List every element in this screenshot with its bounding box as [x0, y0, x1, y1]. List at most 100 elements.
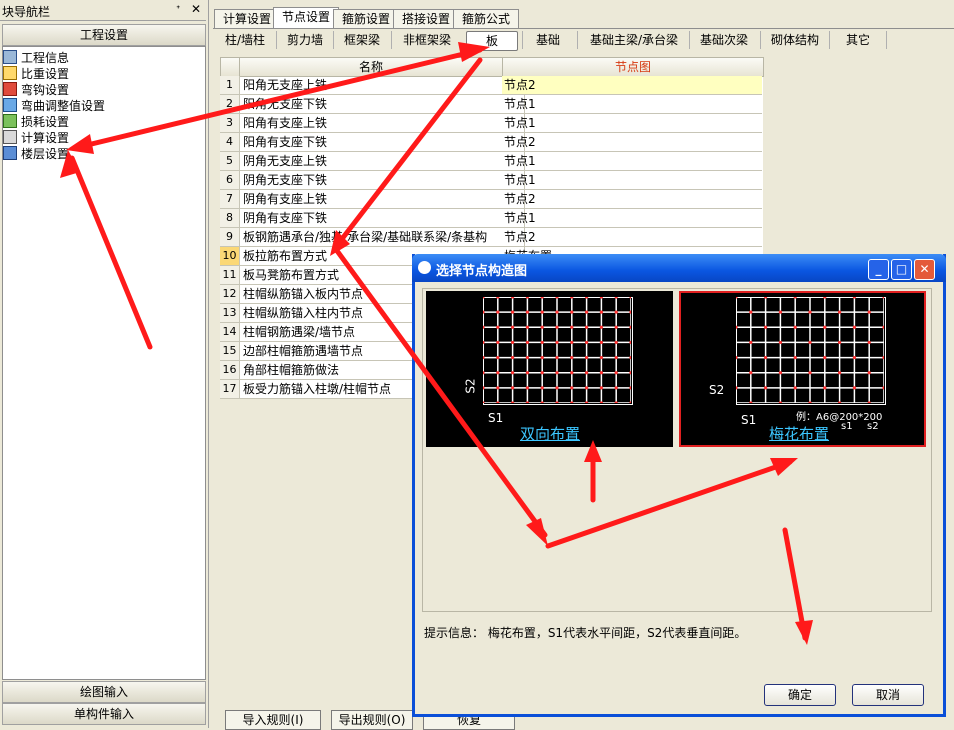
row-number: 7: [220, 190, 240, 209]
row-node-cell[interactable]: 节点2: [502, 228, 762, 247]
tree-item-label: 楼层设置: [21, 147, 70, 161]
row-name-cell: 阴角无支座下铁: [240, 171, 525, 190]
export-rules-button[interactable]: 导出规则(O): [331, 710, 413, 730]
tree-item-floor[interactable]: 楼层设置: [3, 146, 69, 162]
settings-tree: 工程信息 比重设置 弯钩设置 弯曲调整值设置 损耗设置 计算设置 楼层设置: [2, 46, 206, 680]
row-name-cell: 阴角有支座上铁: [240, 190, 525, 209]
subtab-slab[interactable]: 板: [466, 31, 518, 51]
row-node-cell[interactable]: 节点2: [502, 190, 762, 209]
bend-icon: [3, 98, 17, 112]
row-number: 13: [220, 304, 240, 323]
document-icon: [3, 50, 17, 64]
option-bidirectional[interactable]: S2 S1 双向布置: [426, 291, 673, 447]
row-number: 14: [220, 323, 240, 342]
tree-item-calc[interactable]: 计算设置: [3, 130, 69, 146]
row-number: 8: [220, 209, 240, 228]
minimize-icon[interactable]: _: [868, 259, 889, 280]
subtab-non-frame-beam[interactable]: 非框架梁: [397, 31, 457, 49]
row-name-cell: 阳角无支座上铁: [240, 76, 525, 95]
row-node-cell[interactable]: 节点2: [502, 133, 762, 152]
subtab-shear-wall[interactable]: 剪力墙: [282, 31, 328, 49]
tree-item-project-info[interactable]: 工程信息: [3, 50, 69, 66]
example-s2: s2: [867, 421, 879, 432]
tree-item-label: 损耗设置: [21, 115, 70, 129]
table-row[interactable]: 4 阳角有支座下铁 节点2: [220, 133, 764, 152]
rebar-grid: [483, 297, 633, 405]
layers-icon: [3, 146, 17, 160]
tree-item-weight[interactable]: 比重设置: [3, 66, 69, 82]
nav-panel-title: 块导航栏: [2, 5, 51, 19]
column-header-name: 名称: [239, 57, 503, 77]
loss-icon: [3, 114, 17, 128]
hint-text: 提示信息： 梅花布置，S1代表水平间距，S2代表垂直间距。: [424, 626, 747, 640]
tree-item-label: 计算设置: [21, 131, 70, 145]
dialog-title: 选择节点构造图: [436, 264, 528, 279]
settings-icon: [3, 66, 17, 80]
cancel-button[interactable]: 取消: [852, 684, 924, 706]
row-name-cell: 阳角有支座下铁: [240, 133, 525, 152]
single-component-input-button[interactable]: 单构件输入: [2, 703, 206, 725]
close-icon[interactable]: ✕: [191, 2, 201, 16]
nav-section-project-settings[interactable]: 工程设置: [2, 24, 206, 46]
row-number: 15: [220, 342, 240, 361]
s2-label: S2: [709, 383, 725, 397]
row-node-cell[interactable]: 节点1: [502, 95, 762, 114]
row-name-cell: 阳角无支座下铁: [240, 95, 525, 114]
row-number: 1: [220, 76, 240, 95]
row-node-cell[interactable]: 节点1: [502, 171, 762, 190]
subtab-other[interactable]: 其它: [835, 31, 881, 49]
row-node-cell[interactable]: 节点1: [502, 209, 762, 228]
close-icon[interactable]: ✕: [914, 259, 935, 280]
subtab-foundation[interactable]: 基础: [528, 31, 568, 49]
table-row[interactable]: 6 阴角无支座下铁 节点1: [220, 171, 764, 190]
tab-lap-settings[interactable]: 搭接设置: [393, 9, 459, 28]
tab-stirrup-formula[interactable]: 箍筋公式: [453, 9, 519, 28]
row-number: 11: [220, 266, 240, 285]
dialog-titlebar: 选择节点构造图 _ □ ✕: [412, 254, 946, 282]
row-number: 3: [220, 114, 240, 133]
tree-item-label: 弯钩设置: [21, 83, 70, 97]
row-node-cell[interactable]: 节点1: [502, 152, 762, 171]
subtab-foundation-main-beam[interactable]: 基础主梁/承台梁: [583, 31, 685, 49]
row-number: 16: [220, 361, 240, 380]
table-row[interactable]: 5 阴角无支座上铁 节点1: [220, 152, 764, 171]
row-node-cell[interactable]: 节点1: [502, 114, 762, 133]
subtab-masonry[interactable]: 砌体结构: [766, 31, 824, 49]
table-row[interactable]: 9 板钢筋遇承台/独基/承台梁/基础联系梁/条基构 节点2: [220, 228, 764, 247]
tab-stirrup-settings[interactable]: 箍筋设置: [333, 9, 399, 28]
drawing-input-button[interactable]: 绘图输入: [2, 681, 206, 703]
row-number: 10: [220, 247, 240, 266]
option-plum-blossom[interactable]: S2 S1 例：A6@200*200 s1 s2 梅花布置: [679, 291, 926, 447]
subtab-frame-beam[interactable]: 框架梁: [338, 31, 386, 49]
rebar-grid: [736, 297, 886, 405]
calculator-icon: [3, 130, 17, 144]
tab-node-settings[interactable]: 节点设置: [273, 7, 339, 29]
tree-item-label: 工程信息: [21, 51, 70, 65]
table-corner: [220, 57, 240, 77]
row-name-cell: 阳角有支座上铁: [240, 114, 525, 133]
subtab-foundation-secondary-beam[interactable]: 基础次梁: [694, 31, 754, 49]
table-row[interactable]: 2 阳角无支座下铁 节点1: [220, 95, 764, 114]
tree-item-bend[interactable]: 弯曲调整值设置: [3, 98, 105, 114]
table-row[interactable]: 3 阳角有支座上铁 节点1: [220, 114, 764, 133]
row-number: 2: [220, 95, 240, 114]
import-rules-button[interactable]: 导入规则(I): [225, 710, 321, 730]
row-node-cell[interactable]: 节点2: [502, 76, 762, 95]
option-label: 双向布置: [520, 425, 581, 443]
maximize-icon[interactable]: □: [891, 259, 912, 280]
tree-item-label: 比重设置: [21, 67, 70, 81]
s2-label: S2: [463, 378, 478, 394]
tree-item-hook[interactable]: 弯钩设置: [3, 82, 69, 98]
table-row[interactable]: 7 阴角有支座上铁 节点2: [220, 190, 764, 209]
table-row[interactable]: 1 阳角无支座上铁 节点2: [220, 76, 764, 95]
option-label: 梅花布置: [769, 425, 830, 443]
subtab-column[interactable]: 柱/墙柱: [218, 31, 272, 49]
table-row[interactable]: 8 阴角有支座下铁 节点1: [220, 209, 764, 228]
example-s1: s1: [841, 421, 853, 432]
tab-calc-settings[interactable]: 计算设置: [214, 9, 280, 28]
row-number: 9: [220, 228, 240, 247]
pin-icon[interactable]: ᐩ: [176, 3, 180, 16]
ok-button[interactable]: 确定: [764, 684, 836, 706]
tree-item-loss[interactable]: 损耗设置: [3, 114, 69, 130]
tree-item-label: 弯曲调整值设置: [21, 99, 106, 113]
